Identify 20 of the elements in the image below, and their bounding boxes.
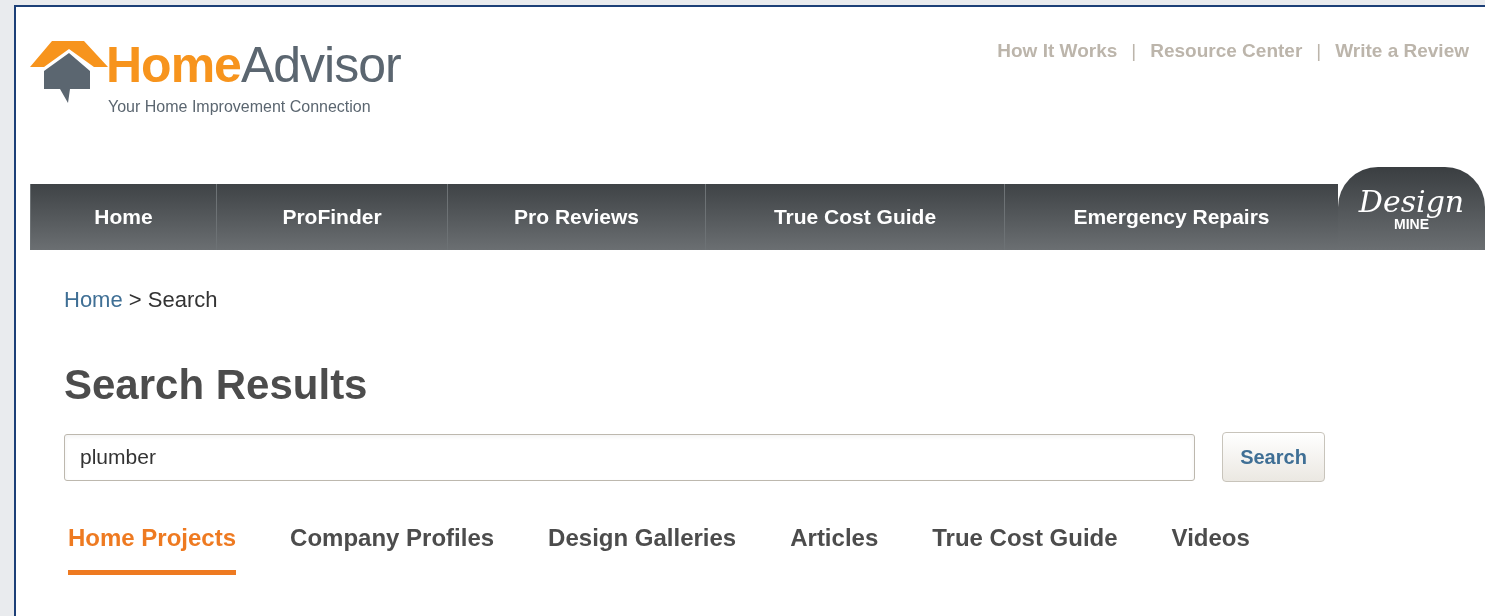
design-mine-tab[interactable]: Design MINE [1338, 167, 1485, 250]
breadcrumb-link[interactable]: Home [64, 287, 123, 312]
page-heading: Search Results [64, 360, 369, 410]
nav-item[interactable]: True Cost Guide [705, 184, 1004, 250]
result-tab[interactable]: Articles [790, 520, 879, 575]
nav-item[interactable]: Home [30, 184, 216, 250]
result-tab[interactable]: True Cost Guide [932, 520, 1118, 575]
breadcrumb: Home > Search [64, 286, 219, 314]
search-button[interactable]: Search [1222, 432, 1325, 482]
result-tab[interactable]: Videos [1171, 520, 1250, 575]
result-tab[interactable]: Company Profiles [290, 520, 495, 575]
link-separator: | [1316, 39, 1322, 63]
nav-item[interactable]: ProFinder [216, 184, 447, 250]
search-field[interactable]: plumber [64, 433, 1195, 481]
brand-logo-text: HomeAdvisor [106, 37, 401, 93]
result-tab[interactable]: Design Galleries [548, 520, 737, 575]
link-separator: | [1131, 39, 1137, 63]
tagline: Your Home Improvement Connection [108, 97, 372, 117]
nav-item[interactable]: Pro Reviews [447, 184, 705, 250]
nav-item[interactable]: Emergency Repairs [1004, 184, 1338, 250]
